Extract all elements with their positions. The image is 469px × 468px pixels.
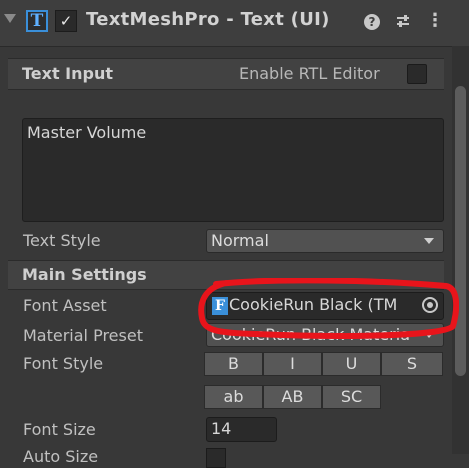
smallcaps-button[interactable]: SC: [322, 385, 381, 409]
font-asset-label: Font Asset: [23, 296, 107, 315]
text-style-value: Normal: [211, 231, 269, 250]
text-style-label: Text Style: [23, 231, 101, 250]
auto-size-label: Auto Size: [23, 447, 99, 466]
red-annotation-circle: [198, 278, 459, 339]
text-input-value: Master Volume: [27, 123, 147, 142]
strikethrough-button[interactable]: S: [381, 352, 443, 376]
font-size-label: Font Size: [23, 420, 96, 439]
italic-button[interactable]: I: [263, 352, 322, 376]
presets-icon[interactable]: [392, 10, 414, 32]
font-style-label: Font Style: [23, 354, 104, 373]
auto-size-checkbox[interactable]: [206, 448, 226, 468]
font-size-field[interactable]: 14: [206, 417, 277, 442]
bold-button[interactable]: B: [204, 352, 263, 376]
rtl-editor-checkbox[interactable]: [407, 64, 427, 84]
textmeshpro-icon: T: [26, 10, 48, 32]
chevron-down-icon: [424, 238, 434, 244]
component-title: TextMeshPro - Text (UI): [86, 9, 330, 30]
uppercase-button[interactable]: AB: [263, 385, 322, 409]
foldout-arrow-icon[interactable]: [4, 14, 16, 23]
main-settings-label: Main Settings: [22, 265, 147, 284]
help-icon[interactable]: ?: [361, 10, 383, 32]
lowercase-button[interactable]: ab: [204, 385, 263, 409]
material-preset-label: Material Preset: [23, 326, 143, 345]
underline-button[interactable]: U: [322, 352, 381, 376]
component-enabled-checkbox[interactable]: ✓: [55, 10, 77, 32]
more-options-icon[interactable]: ⋮: [424, 10, 446, 32]
text-input-label: Text Input: [22, 64, 114, 83]
rtl-editor-label: Enable RTL Editor: [239, 64, 380, 83]
